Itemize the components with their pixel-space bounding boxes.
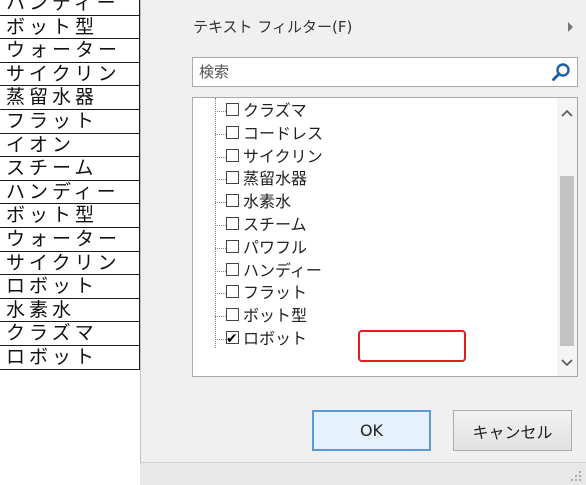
- filter-item[interactable]: ボット型: [215, 305, 375, 327]
- ok-button[interactable]: OK: [312, 410, 431, 451]
- filter-item[interactable]: クラズマ: [215, 100, 375, 122]
- filter-item-label: ボット型: [243, 306, 308, 326]
- filter-item-label: サイクリン: [243, 146, 323, 166]
- filter-item-label: ロボット: [243, 329, 308, 348]
- sheet-cell[interactable]: サイクリン: [0, 62, 140, 87]
- filter-item-label: フラット: [243, 283, 308, 303]
- sheet-cell[interactable]: ボット型: [0, 204, 140, 228]
- tree-connector: [215, 133, 226, 135]
- filter-item-label: コードレス: [243, 123, 324, 143]
- filter-item[interactable]: 水素水: [215, 191, 375, 213]
- tree-connector: [215, 270, 226, 272]
- chevron-down-icon[interactable]: [557, 352, 577, 372]
- filter-item[interactable]: パワフル: [215, 237, 375, 259]
- sheet-cell[interactable]: クラズマ: [0, 322, 140, 346]
- spreadsheet-column: ハンディー ボット型 ウォーター サイクリン 蒸留水器 フラット イオン スチーム ハンディーボ…: [0, 0, 140, 485]
- sheet-cell[interactable]: フラット: [0, 109, 140, 134]
- filter-item-label: 蒸留水器: [243, 169, 308, 189]
- checkbox[interactable]: [226, 194, 239, 208]
- tree-connector: [215, 247, 226, 249]
- checkbox[interactable]: [226, 308, 239, 322]
- sheet-cell[interactable]: ハンディー: [0, 180, 140, 205]
- chevron-right-icon: [568, 22, 573, 32]
- search-icon[interactable]: [551, 62, 571, 82]
- sheet-cell[interactable]: ロボット: [0, 275, 140, 299]
- checkbox[interactable]: [226, 262, 239, 276]
- filter-item[interactable]: コードレス: [215, 123, 375, 145]
- filter-item[interactable]: サイクリン: [215, 146, 375, 168]
- checkbox[interactable]: [226, 125, 239, 139]
- tree-connector: [215, 339, 226, 340]
- checkbox[interactable]: [226, 239, 239, 253]
- tree-connector: [215, 316, 226, 318]
- checkbox[interactable]: [226, 285, 239, 299]
- sheet-cell[interactable]: ボット型: [0, 15, 140, 40]
- filter-item[interactable]: ロボット: [215, 328, 375, 350]
- checkbox[interactable]: [226, 171, 239, 185]
- checkbox[interactable]: [226, 217, 239, 230]
- tree-connector: [215, 111, 226, 112]
- cancel-button[interactable]: キャンセル: [453, 410, 572, 451]
- search-box[interactable]: [192, 57, 578, 87]
- vertical-scrollbar[interactable]: [557, 98, 577, 376]
- checkbox[interactable]: [226, 148, 239, 162]
- filter-item-label: パワフル: [243, 237, 308, 257]
- text-filter-label: テキスト フィルター(F): [193, 18, 353, 36]
- sheet-cell[interactable]: ウォーター: [0, 39, 140, 63]
- panel-bottom-strip: [140, 462, 586, 485]
- sheet-cell[interactable]: 蒸留水器: [0, 86, 140, 110]
- search-input[interactable]: [193, 58, 545, 86]
- filter-item[interactable]: 蒸留水器: [215, 168, 375, 190]
- sheet-cell[interactable]: ロボット: [0, 345, 140, 370]
- filter-item[interactable]: フラット: [215, 282, 375, 304]
- sheet-cell[interactable]: イオン: [0, 133, 140, 158]
- filter-item-label: 水素水: [243, 192, 292, 212]
- checkbox-checked[interactable]: [226, 328, 239, 350]
- tree-connector: [215, 179, 226, 181]
- filter-item[interactable]: スチーム: [215, 214, 375, 236]
- sheet-cell[interactable]: ハンディー: [0, 0, 140, 16]
- sheet-rows: ハンディー ボット型 ウォーター サイクリン 蒸留水器 フラット イオン スチーム ハンディーボ…: [0, 0, 140, 370]
- tree-connector: [215, 156, 226, 158]
- text-filter-menu-item[interactable]: テキスト フィルター(F): [193, 13, 573, 41]
- sheet-cell[interactable]: スチーム: [0, 157, 140, 181]
- selection-highlight-box: [358, 330, 466, 362]
- filter-item-label: スチーム: [243, 215, 307, 234]
- sheet-cell[interactable]: ウォーター: [0, 227, 140, 252]
- tree-connector: [215, 202, 226, 204]
- filter-item-label: ハンディー: [243, 260, 322, 280]
- tree-connector: [215, 293, 226, 295]
- sheet-cell[interactable]: サイクリン: [0, 251, 140, 276]
- tree-connector: [215, 225, 226, 226]
- filter-item-label: クラズマ: [243, 101, 307, 120]
- sheet-cell[interactable]: 水素水: [0, 298, 140, 323]
- resize-grip-icon[interactable]: [570, 470, 582, 482]
- checkbox[interactable]: [226, 103, 239, 116]
- filter-item[interactable]: ハンディー: [215, 260, 375, 282]
- scrollbar-thumb[interactable]: [560, 176, 574, 346]
- chevron-up-icon[interactable]: [557, 104, 577, 124]
